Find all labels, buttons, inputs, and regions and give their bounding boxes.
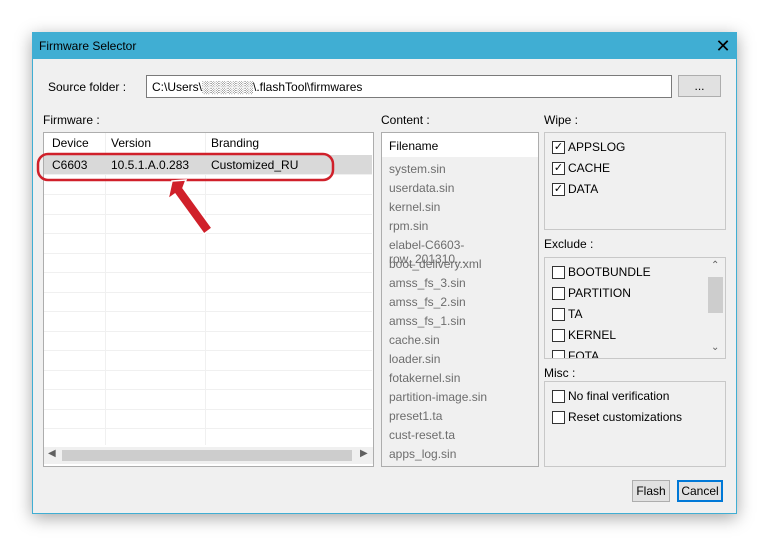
highlight-rectangle: [36, 152, 335, 182]
arrow-icon: [166, 179, 214, 236]
annotation-overlay: [36, 152, 335, 236]
